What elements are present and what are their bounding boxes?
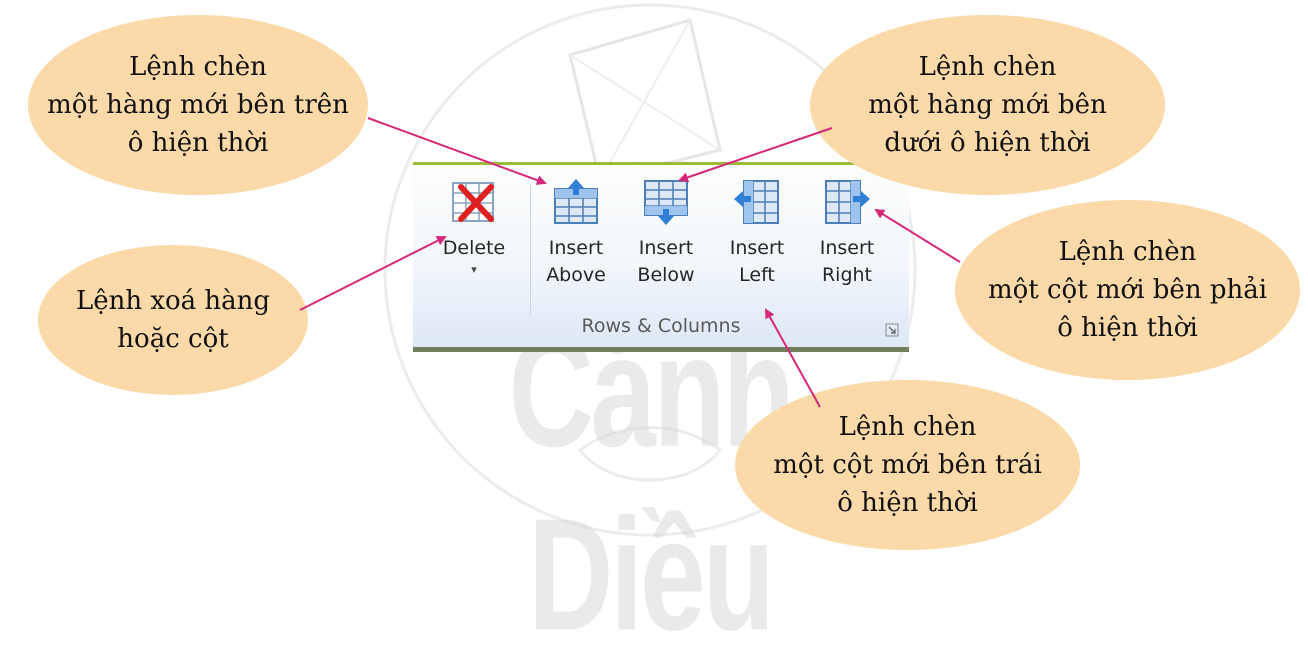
arrow-insert-below [678,127,833,183]
arrow-insert-left [765,308,821,408]
arrow-insert-above [367,117,547,185]
arrow-insert-right [874,208,961,263]
connector-arrows [299,117,961,408]
arrow-delete [299,236,447,311]
